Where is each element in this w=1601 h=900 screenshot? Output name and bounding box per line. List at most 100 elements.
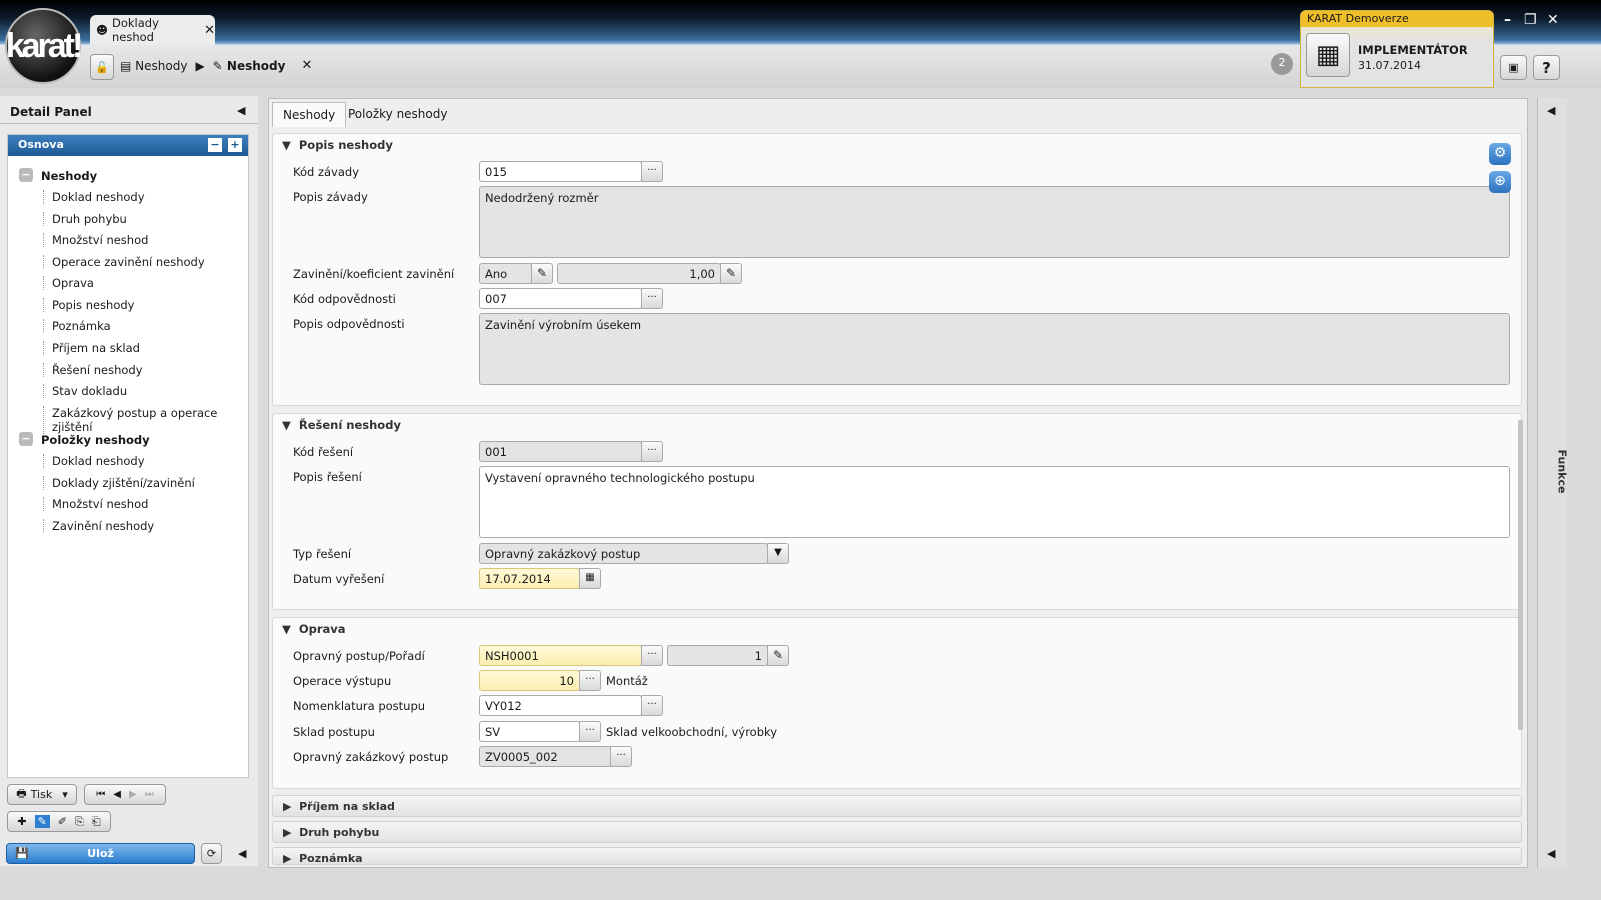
- bulk-edit-icon[interactable]: ✐: [58, 815, 67, 828]
- popis-zavady-textarea[interactable]: Nedodržený rozměr: [479, 186, 1510, 258]
- add-icon[interactable]: ✚: [17, 815, 26, 828]
- tree-group-polozky[interactable]: Položky neshody: [41, 433, 150, 447]
- tree-item[interactable]: Doklad neshody: [43, 190, 145, 204]
- user-card[interactable]: KARAT Demoverze ▦ IMPLEMENTÁTOR 31.07.20…: [1300, 10, 1494, 88]
- kod-reseni-input[interactable]: 001: [479, 441, 642, 462]
- section-oprava: [272, 617, 1522, 789]
- copy-icon[interactable]: ⎘: [75, 815, 84, 829]
- lookup-button[interactable]: ···: [641, 645, 663, 666]
- tree-item[interactable]: Stav dokladu: [43, 384, 127, 398]
- lookup-button[interactable]: ···: [641, 161, 663, 182]
- breadcrumb-item[interactable]: ▤ Neshody: [120, 59, 187, 73]
- tree-item[interactable]: Množství neshod: [43, 497, 148, 511]
- unlock-button[interactable]: 🔓: [90, 54, 114, 80]
- tree-item[interactable]: Oprava: [43, 276, 94, 290]
- printer-icon: 🖶: [16, 787, 27, 800]
- document-tab[interactable]: ☻ Doklady neshod ✕: [90, 15, 215, 45]
- datum-vyreseni-input[interactable]: 17.07.2014: [479, 568, 580, 589]
- tree-item[interactable]: Příjem na sklad: [43, 341, 140, 355]
- lookup-button[interactable]: ···: [610, 746, 632, 767]
- tree-item[interactable]: Doklady zjištění/zavinění: [43, 476, 195, 490]
- prev-record-icon[interactable]: ◀: [113, 789, 121, 800]
- lookup-button[interactable]: ···: [641, 695, 663, 716]
- tree-item[interactable]: Množství neshod: [43, 233, 148, 247]
- operace-vystupu-input[interactable]: 10: [479, 670, 580, 691]
- scrollbar[interactable]: [1518, 420, 1523, 730]
- label: Datum vyřešení: [293, 572, 385, 586]
- expand-all-icon[interactable]: +: [228, 138, 242, 152]
- notification-badge[interactable]: 2: [1271, 53, 1293, 75]
- tree-group-neshody[interactable]: Neshody: [41, 169, 97, 183]
- section-prijem-na-sklad[interactable]: ▶ Příjem na sklad: [272, 795, 1522, 817]
- tree-item[interactable]: Operace zavinění neshody: [43, 255, 205, 269]
- print-button[interactable]: 🖶 Tisk ▾: [7, 784, 77, 805]
- koeficient-input[interactable]: 1,00: [557, 263, 721, 284]
- pencil-icon[interactable]: ✎: [767, 645, 789, 666]
- settings-icon[interactable]: ⚙: [1489, 143, 1511, 165]
- next-record-icon[interactable]: ▶: [129, 789, 137, 800]
- collapse-left-icon[interactable]: ◀: [238, 847, 246, 860]
- kod-odpovednosti-input[interactable]: 007: [479, 288, 642, 309]
- zavineni-input[interactable]: Ano: [479, 263, 532, 284]
- record-navigation[interactable]: ⏮ ◀ ▶ ⏭: [84, 784, 166, 805]
- nomenklatura-input[interactable]: VY012: [479, 695, 642, 716]
- layout-button[interactable]: ▣: [1500, 55, 1527, 80]
- last-record-icon[interactable]: ⏭: [145, 789, 154, 800]
- poradi-input[interactable]: 1: [667, 645, 768, 666]
- kod-zavady-input[interactable]: 015: [479, 161, 642, 182]
- collapse-icon[interactable]: −: [19, 168, 33, 182]
- lookup-button[interactable]: ···: [641, 441, 663, 462]
- lookup-button[interactable]: ···: [579, 670, 601, 691]
- lookup-button[interactable]: ···: [579, 721, 601, 742]
- collapse-all-icon[interactable]: −: [208, 138, 222, 152]
- close-tab-icon[interactable]: ✕: [204, 23, 215, 38]
- calendar-icon[interactable]: ▦: [579, 568, 601, 589]
- popis-reseni-textarea[interactable]: Vystavení opravného technologického post…: [479, 466, 1510, 538]
- minimize-icon[interactable]: –: [1504, 12, 1511, 28]
- dropdown-icon[interactable]: ▾: [62, 788, 68, 801]
- help-button[interactable]: ?: [1533, 55, 1560, 80]
- dropdown-icon[interactable]: ▼: [767, 543, 789, 564]
- tab-polozky-neshody[interactable]: Položky neshody: [338, 102, 457, 127]
- zakazkovy-postup-input[interactable]: ZV0005_002: [479, 746, 611, 767]
- target-icon[interactable]: ⊕: [1489, 171, 1511, 193]
- section-header[interactable]: ▼ Popis neshody: [282, 138, 393, 152]
- tree-item[interactable]: Druh pohybu: [43, 212, 127, 226]
- karat-logo: karat!: [5, 8, 83, 84]
- refresh-button[interactable]: ⟳: [201, 843, 222, 864]
- sklad-input[interactable]: SV: [479, 721, 580, 742]
- lookup-button[interactable]: ···: [641, 288, 663, 309]
- pencil-icon[interactable]: ✎: [720, 263, 742, 284]
- label: Popis závady: [293, 190, 368, 204]
- close-breadcrumb-icon[interactable]: ✕: [301, 58, 312, 73]
- section-poznamka[interactable]: ▶ Poznámka: [272, 847, 1522, 865]
- collapse-icon[interactable]: −: [19, 432, 33, 446]
- section-header[interactable]: ▼ Oprava: [282, 622, 346, 636]
- label: Popis řešení: [293, 470, 362, 484]
- pencil-icon[interactable]: ✎: [531, 263, 553, 284]
- section-druh-pohybu[interactable]: ▶ Druh pohybu: [272, 821, 1522, 843]
- save-button[interactable]: 💾 Ulož: [6, 843, 195, 864]
- functions-label[interactable]: Funkce: [1555, 450, 1568, 494]
- section-header[interactable]: ▼ Řešení neshody: [282, 418, 401, 432]
- tree-item[interactable]: Řešení neshody: [43, 363, 143, 377]
- close-window-icon[interactable]: ✕: [1547, 12, 1559, 28]
- tree-item[interactable]: Poznámka: [43, 319, 111, 333]
- copy-multiple-icon[interactable]: ⎗: [92, 815, 101, 829]
- tree-item[interactable]: Zavinění neshody: [43, 519, 154, 533]
- first-record-icon[interactable]: ⏮: [96, 789, 105, 800]
- tree-item[interactable]: Doklad neshody: [43, 454, 145, 468]
- label: Sklad postupu: [293, 725, 375, 739]
- label: Operace výstupu: [293, 674, 392, 688]
- tab-neshody[interactable]: Neshody: [272, 102, 347, 127]
- edit-icon[interactable]: ✎: [34, 815, 50, 828]
- collapse-right-icon[interactable]: ◀: [1547, 847, 1555, 860]
- tree-item[interactable]: Zakázkový postup a operace zjištění: [43, 406, 248, 434]
- expand-functions-icon[interactable]: ◀: [1547, 104, 1555, 117]
- tree-item[interactable]: Popis neshody: [43, 298, 135, 312]
- collapse-panel-icon[interactable]: ◀: [237, 104, 245, 117]
- restore-icon[interactable]: ❐: [1524, 12, 1537, 28]
- popis-odpovednosti-textarea[interactable]: Zavinění výrobním úsekem: [479, 313, 1510, 385]
- opravny-postup-input[interactable]: NSH0001: [479, 645, 642, 666]
- typ-reseni-select[interactable]: Opravný zakázkový postup: [479, 543, 768, 564]
